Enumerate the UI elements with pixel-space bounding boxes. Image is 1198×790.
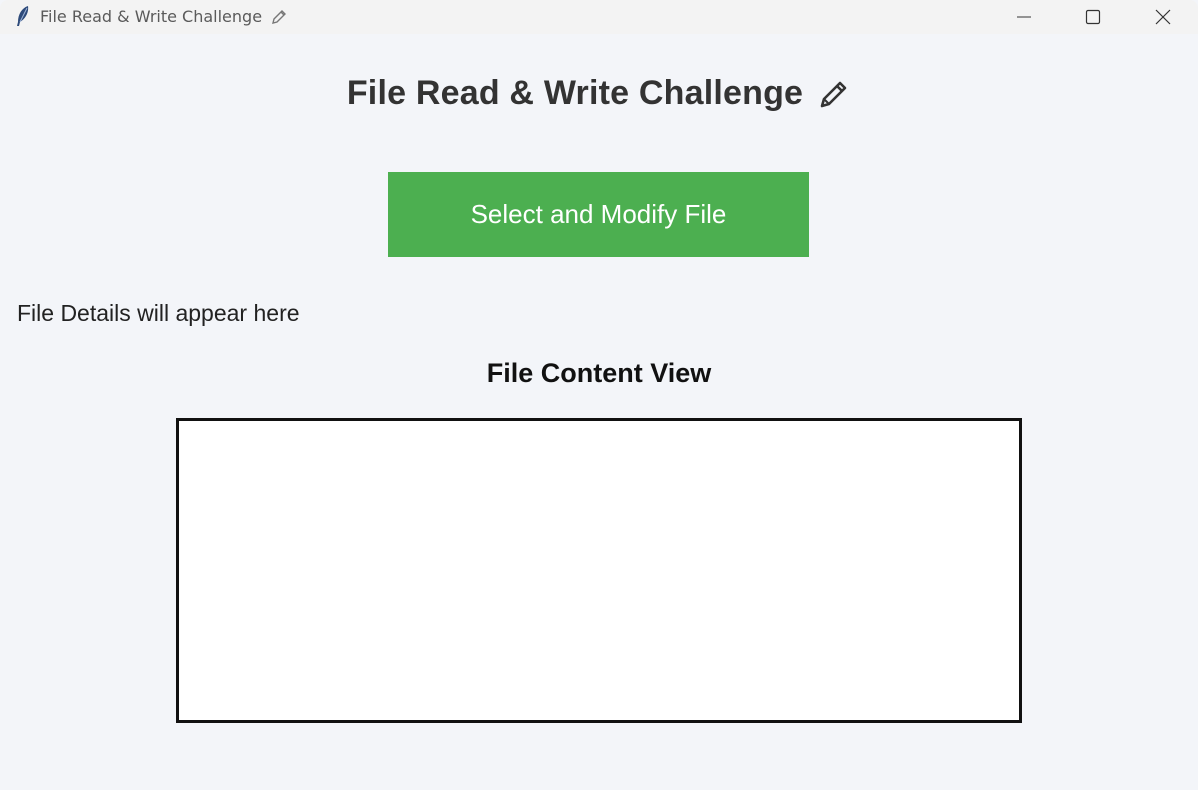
feather-icon [17, 6, 29, 26]
close-button[interactable] [1128, 0, 1198, 34]
close-icon [1155, 9, 1171, 25]
minimize-button[interactable] [989, 0, 1059, 34]
app-window: File Read & Write Challenge File Read & … [0, 0, 1198, 790]
page-title: File Read & Write Challenge [0, 74, 1198, 113]
select-modify-file-button[interactable]: Select and Modify File [388, 172, 809, 257]
title-bar[interactable]: File Read & Write Challenge [0, 0, 1198, 34]
minimize-icon [1017, 16, 1031, 18]
window-title-label: File Read & Write Challenge [40, 7, 263, 26]
maximize-icon [1085, 9, 1101, 25]
pencil-icon [820, 81, 847, 107]
file-details-text: File Details will appear here [17, 300, 300, 326]
maximize-button[interactable] [1058, 0, 1128, 34]
file-content-view[interactable] [176, 418, 1022, 723]
file-content-heading: File Content View [486, 358, 712, 388]
page-title-label: File Read & Write Challenge [346, 74, 804, 112]
window-title: File Read & Write Challenge [40, 7, 288, 26]
pencil-icon [272, 9, 287, 24]
